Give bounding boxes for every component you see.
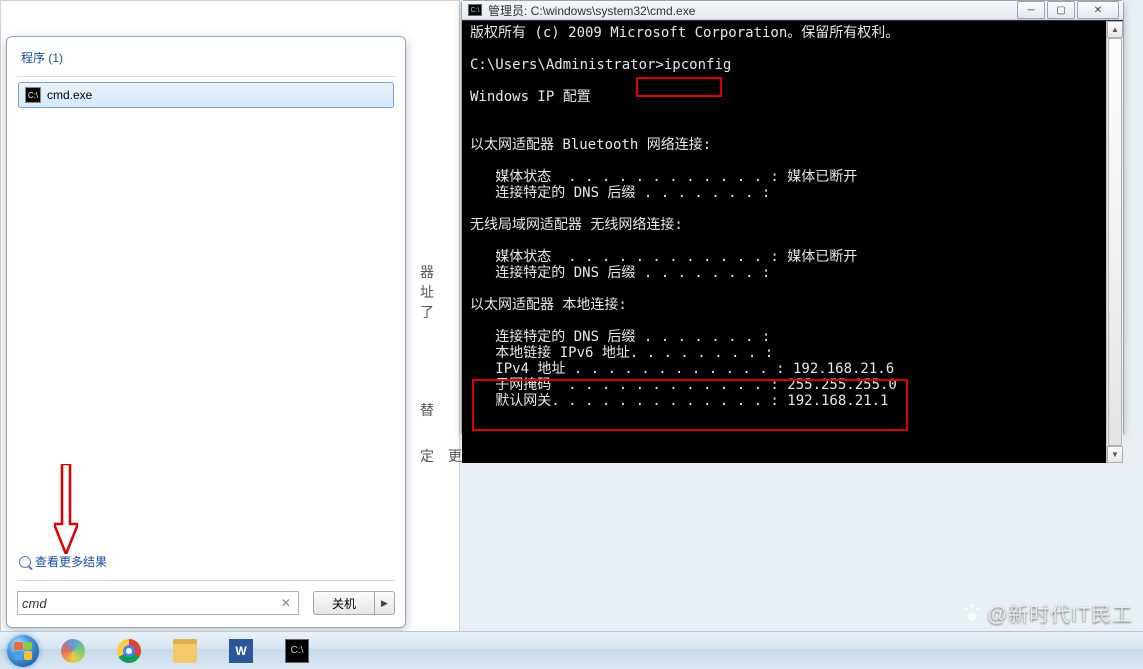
window-controls: ─ ▢ ✕	[1017, 1, 1119, 19]
minimize-button[interactable]: ─	[1017, 1, 1045, 19]
cmd-titlebar-icon: C:\	[468, 4, 482, 16]
taskbar-item-cmd[interactable]: C:\	[270, 634, 324, 668]
cmd-icon: C:\	[285, 639, 309, 663]
close-button[interactable]: ✕	[1077, 1, 1119, 19]
watermark: @新时代IT民工	[961, 598, 1133, 627]
cmd-line: 本地链接 IPv6 地址. . . . . . . . :	[470, 345, 773, 361]
see-more-results[interactable]: 查看更多结果	[17, 549, 395, 574]
result-label: cmd.exe	[47, 88, 92, 102]
cmd-line: 连接特定的 DNS 后缀 . . . . . . . :	[470, 185, 770, 201]
bg-char: 定	[420, 446, 434, 466]
start-search-box[interactable]: ✕	[17, 591, 299, 615]
scroll-thumb[interactable]	[1108, 38, 1122, 446]
bg-char: 了	[420, 302, 434, 322]
paw-icon	[961, 602, 983, 624]
bg-char: 址	[420, 282, 434, 302]
watermark-text: @新时代IT民工	[987, 598, 1133, 627]
start-menu: 程序 (1) C:\ cmd.exe 查看更多结果 ✕ 关机 ▶	[6, 36, 406, 628]
start-menu-results: C:\ cmd.exe	[17, 81, 395, 109]
taskbar: W C:\	[0, 631, 1143, 669]
cmd-line: 连接特定的 DNS 后缀 . . . . . . . :	[470, 329, 770, 345]
cmd-scrollbar[interactable]: ▲ ▼	[1106, 21, 1123, 463]
folder-icon	[173, 639, 197, 663]
shutdown-options-arrow[interactable]: ▶	[375, 591, 395, 615]
cmd-line: 默认网关. . . . . . . . . . . . . : 192.168.…	[470, 393, 888, 409]
scroll-down-icon[interactable]: ▼	[1107, 446, 1123, 463]
cmd-line: 无线局域网适配器 无线网络连接:	[470, 217, 683, 233]
cmd-line: 以太网适配器 本地连接:	[470, 297, 627, 313]
cmd-line: Windows IP 配置	[470, 89, 591, 105]
cmd-output[interactable]: 版权所有 (c) 2009 Microsoft Corporation。保留所有…	[462, 21, 1106, 463]
scroll-track[interactable]	[1107, 38, 1123, 446]
taskbar-item-word[interactable]: W	[214, 634, 268, 668]
chrome-icon	[117, 639, 141, 663]
cmd-line: 子网掩码 . . . . . . . . . . . . : 255.255.2…	[470, 377, 897, 393]
section-count: (1)	[48, 51, 63, 65]
cmd-line: IPv4 地址 . . . . . . . . . . . . : 192.16…	[470, 361, 894, 377]
bg-char: 器	[420, 262, 434, 282]
scroll-up-icon[interactable]: ▲	[1107, 21, 1123, 38]
browser-icon	[61, 639, 85, 663]
word-icon: W	[229, 639, 253, 663]
cmd-line: 版权所有 (c) 2009 Microsoft Corporation。保留所有…	[470, 25, 899, 41]
divider	[17, 76, 395, 77]
shutdown-label: 关机	[332, 595, 356, 612]
section-label: 程序	[21, 51, 45, 65]
cmd-titlebar[interactable]: C:\ 管理员: C:\windows\system32\cmd.exe ─ ▢…	[462, 1, 1123, 20]
cmd-line: 连接特定的 DNS 后缀 . . . . . . . :	[470, 265, 770, 281]
cmd-line: 以太网适配器 Bluetooth 网络连接:	[470, 137, 711, 153]
search-input[interactable]	[22, 596, 278, 611]
bg-char: 更	[448, 446, 462, 466]
taskbar-item-chrome[interactable]	[102, 634, 156, 668]
see-more-label: 查看更多结果	[35, 553, 107, 570]
cmd-line: 媒体状态 . . . . . . . . . . . . : 媒体已断开	[470, 169, 857, 185]
start-button[interactable]	[2, 634, 44, 668]
clear-search-icon[interactable]: ✕	[278, 596, 294, 610]
cmd-command: ipconfig	[664, 57, 731, 73]
maximize-button[interactable]: ▢	[1047, 1, 1075, 19]
shutdown-button[interactable]: 关机	[313, 591, 375, 615]
cmd-window: C:\ 管理员: C:\windows\system32\cmd.exe ─ ▢…	[461, 0, 1124, 434]
start-menu-section-header: 程序 (1)	[17, 47, 395, 68]
search-icon	[19, 556, 31, 568]
start-menu-bottom: ✕ 关机 ▶	[17, 591, 395, 615]
cmd-title: 管理员: C:\windows\system32\cmd.exe	[488, 2, 695, 19]
cmd-body-wrap: 版权所有 (c) 2009 Microsoft Corporation。保留所有…	[462, 20, 1123, 463]
taskbar-item-explorer[interactable]	[158, 634, 212, 668]
red-highlight-ipconfig	[636, 77, 722, 97]
shutdown-group: 关机 ▶	[313, 591, 395, 615]
cmd-line: C:\Users\Administrator>	[470, 57, 664, 73]
cmd-icon: C:\	[25, 87, 41, 103]
taskbar-item-browser[interactable]	[46, 634, 100, 668]
result-cmd-exe[interactable]: C:\ cmd.exe	[18, 82, 394, 108]
divider	[17, 580, 395, 581]
spacer	[17, 109, 395, 549]
bg-char: 替	[420, 400, 434, 420]
cmd-line: 媒体状态 . . . . . . . . . . . . : 媒体已断开	[470, 249, 857, 265]
